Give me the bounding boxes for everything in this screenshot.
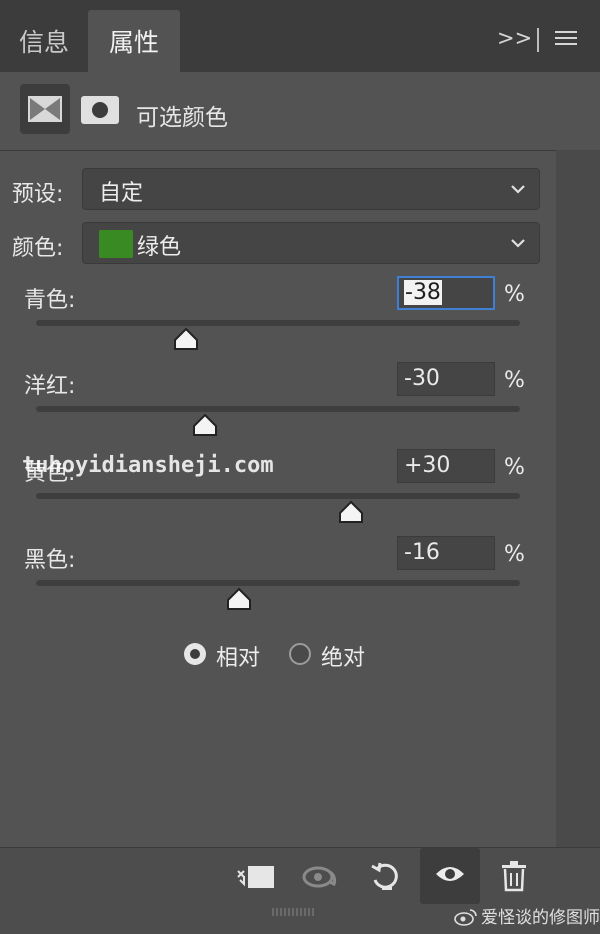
black-label: 黑色:	[24, 548, 76, 573]
color-swatch	[99, 230, 133, 258]
cyan-label: 青色:	[24, 288, 76, 313]
magenta-value-input[interactable]: -30	[397, 362, 495, 396]
yellow-unit: %	[504, 455, 525, 480]
absolute-label[interactable]: 绝对	[321, 640, 365, 672]
scrollbar-track[interactable]	[556, 150, 600, 847]
yellow-value-input[interactable]: +30	[397, 449, 495, 483]
trash-icon[interactable]	[500, 860, 528, 892]
preset-value: 自定	[99, 181, 144, 206]
credit-text: 爱怪谈的修图师	[481, 908, 600, 928]
chevron-down-icon	[511, 185, 525, 194]
cyan-value-input[interactable]: -38	[397, 276, 495, 310]
magenta-unit: %	[504, 368, 525, 393]
yellow-slider-track[interactable]	[36, 493, 520, 499]
resize-grip[interactable]	[272, 908, 316, 916]
weibo-logo-icon	[454, 909, 477, 926]
visibility-toggle-button[interactable]	[420, 848, 480, 904]
black-slider-track[interactable]	[36, 580, 520, 586]
cyan-slider-track[interactable]	[36, 320, 520, 326]
magenta-slider-thumb[interactable]	[192, 413, 218, 437]
preset-label: 预设:	[12, 182, 64, 207]
layer-mask-icon[interactable]	[81, 96, 119, 124]
preset-dropdown[interactable]: 自定	[82, 168, 540, 210]
yellow-slider-thumb[interactable]	[338, 500, 364, 524]
weibo-credit: 爱怪谈的修图师	[454, 903, 600, 928]
view-previous-state-icon[interactable]	[300, 862, 344, 892]
panel-header: 可选颜色	[0, 72, 600, 151]
black-value-input[interactable]: -16	[397, 536, 495, 570]
tab-info[interactable]: 信息	[0, 10, 88, 72]
relative-radio[interactable]	[184, 643, 206, 665]
hamburger-menu-icon[interactable]	[555, 31, 577, 47]
clip-to-layer-icon[interactable]	[234, 862, 278, 892]
double-chevron-right-icon[interactable]: >>	[497, 26, 532, 50]
colors-label: 颜色:	[12, 236, 64, 261]
cyan-unit: %	[504, 282, 525, 307]
colors-value: 绿色	[137, 235, 182, 260]
selective-color-adjustment-icon[interactable]	[20, 84, 70, 134]
relative-label[interactable]: 相对	[216, 640, 260, 672]
cyan-slider-thumb[interactable]	[173, 327, 199, 351]
magenta-slider-track[interactable]	[36, 406, 520, 412]
absolute-radio[interactable]	[289, 643, 311, 665]
black-unit: %	[504, 542, 525, 567]
reset-icon[interactable]	[368, 860, 402, 894]
magenta-label: 洋红:	[24, 374, 76, 399]
black-slider-thumb[interactable]	[226, 587, 252, 611]
eye-icon	[436, 867, 464, 881]
divider	[537, 28, 539, 52]
tab-bar: 信息 属性 >>	[0, 0, 600, 72]
watermark: tuhoyidiansheji.com	[22, 453, 274, 478]
tab-properties[interactable]: 属性	[88, 10, 180, 72]
chevron-down-icon	[511, 239, 525, 248]
panel-title: 可选颜色	[136, 105, 228, 131]
colors-dropdown[interactable]: 绿色	[82, 222, 540, 264]
